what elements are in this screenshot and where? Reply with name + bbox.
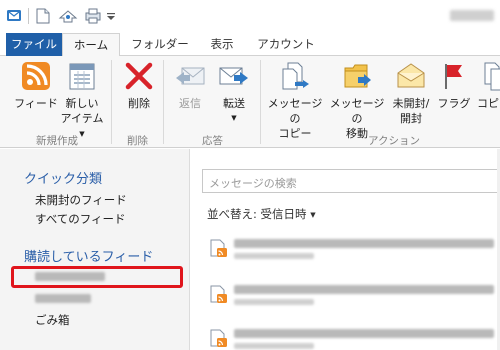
nav-item-trash[interactable]: ごみ箱 [35,312,70,328]
unread-read-label-line2: 開封 [400,112,422,125]
customize-toolbar-dropdown-icon[interactable] [106,8,116,24]
move-message-icon [344,64,371,88]
send-receive-icon[interactable] [58,8,78,24]
group-separator [163,60,164,144]
tab-account[interactable]: アカウント [252,33,320,56]
copy-button-partial[interactable]: コピ [477,60,500,111]
chevron-down-icon: ▼ [231,114,237,122]
title-bar [0,0,500,33]
forward-icon [219,67,248,85]
reply-button[interactable]: 返信 [170,60,210,111]
rss-feed-icon [22,62,50,90]
highlight-box [11,266,183,288]
print-icon[interactable] [84,8,102,24]
reply-label: 返信 [179,97,201,110]
move-message-label-line1: メッセージの [329,97,385,125]
feed-button[interactable]: フィード [14,60,58,111]
rss-message-icon [210,285,227,303]
tab-home[interactable]: ホーム [62,33,120,57]
copy-partial-label: コピ [477,97,499,110]
app-icon [7,10,21,21]
toolbar-separator [28,8,29,24]
copy-message-label-line2: コピー [278,127,312,140]
message-subject-redacted [234,329,494,338]
delete-x-icon [125,62,153,90]
delete-button[interactable]: 削除 [120,60,158,111]
flag-icon [445,64,462,89]
window-title-redacted [450,10,494,21]
nav-item-unread-feeds[interactable]: 未開封のフィード [35,192,127,208]
sort-dropdown[interactable]: 並べ替え: 受信日時 ▼ [207,206,316,222]
envelope-icon [397,63,425,88]
tab-file[interactable]: ファイル [6,33,62,56]
forward-button[interactable]: 転送 ▼ [214,60,254,126]
unread-read-button[interactable]: 未開封/ 開封 [386,60,436,126]
flag-label: フラグ [437,97,471,110]
tab-view[interactable]: 表示 [198,33,246,56]
feed-label: フィード [14,97,58,110]
delete-label: 削除 [128,97,150,110]
chevron-down-icon: ▼ [310,211,316,219]
subscribed-feeds-header[interactable]: 購読しているフィード [24,246,153,265]
copy-message-icon [282,62,309,90]
copy-icon [484,62,500,91]
chevron-down-icon: ▼ [79,130,85,138]
ribbon-tab-bar: ファイル ホーム フォルダー 表示 アカウント [0,33,500,57]
group-label-actions: アクション [368,135,420,147]
tab-folder[interactable]: フォルダー [126,33,194,56]
rss-message-icon [210,239,227,257]
message-sender-redacted [234,253,314,259]
new-item-button[interactable]: 新しい アイテム ▼ [58,60,106,142]
new-item-label-line2: アイテム [60,112,104,125]
flag-button[interactable]: フラグ [437,60,471,111]
reply-icon [176,67,205,85]
group-label-respond: 応答 [202,135,223,147]
new-item-icon [69,63,95,90]
new-document-icon[interactable] [36,8,50,24]
nav-item-feed-redacted-2[interactable] [35,294,91,303]
copy-message-label-line1: メッセージの [267,97,323,125]
sort-label: 並べ替え: 受信日時 [207,207,307,221]
copy-message-button[interactable]: メッセージの コピー [263,60,327,141]
unread-read-label-line1: 未開封/ [392,97,430,110]
message-sender-redacted [234,343,314,349]
search-input[interactable]: メッセージの検索 [202,169,500,193]
quick-views-header[interactable]: クイック分類 [24,168,102,187]
ribbon-panel: フィード 新しい アイテム ▼ 新規作成 削除 削除 返信 転送 ▼ 応答 メッ… [0,56,500,148]
message-subject-redacted [234,285,494,294]
group-label-new: 新規作成 [36,135,78,147]
message-subject-redacted [234,239,494,248]
group-separator [260,60,261,144]
group-label-delete: 削除 [127,135,148,147]
group-separator [111,60,112,144]
move-message-button[interactable]: メッセージの 移動 [325,60,389,141]
new-item-label-line1: 新しい [65,97,99,110]
forward-label: 転送 [223,97,245,110]
rss-message-icon [210,329,227,347]
message-sender-redacted [234,299,314,305]
nav-item-all-feeds[interactable]: すべてのフィード [35,211,126,227]
